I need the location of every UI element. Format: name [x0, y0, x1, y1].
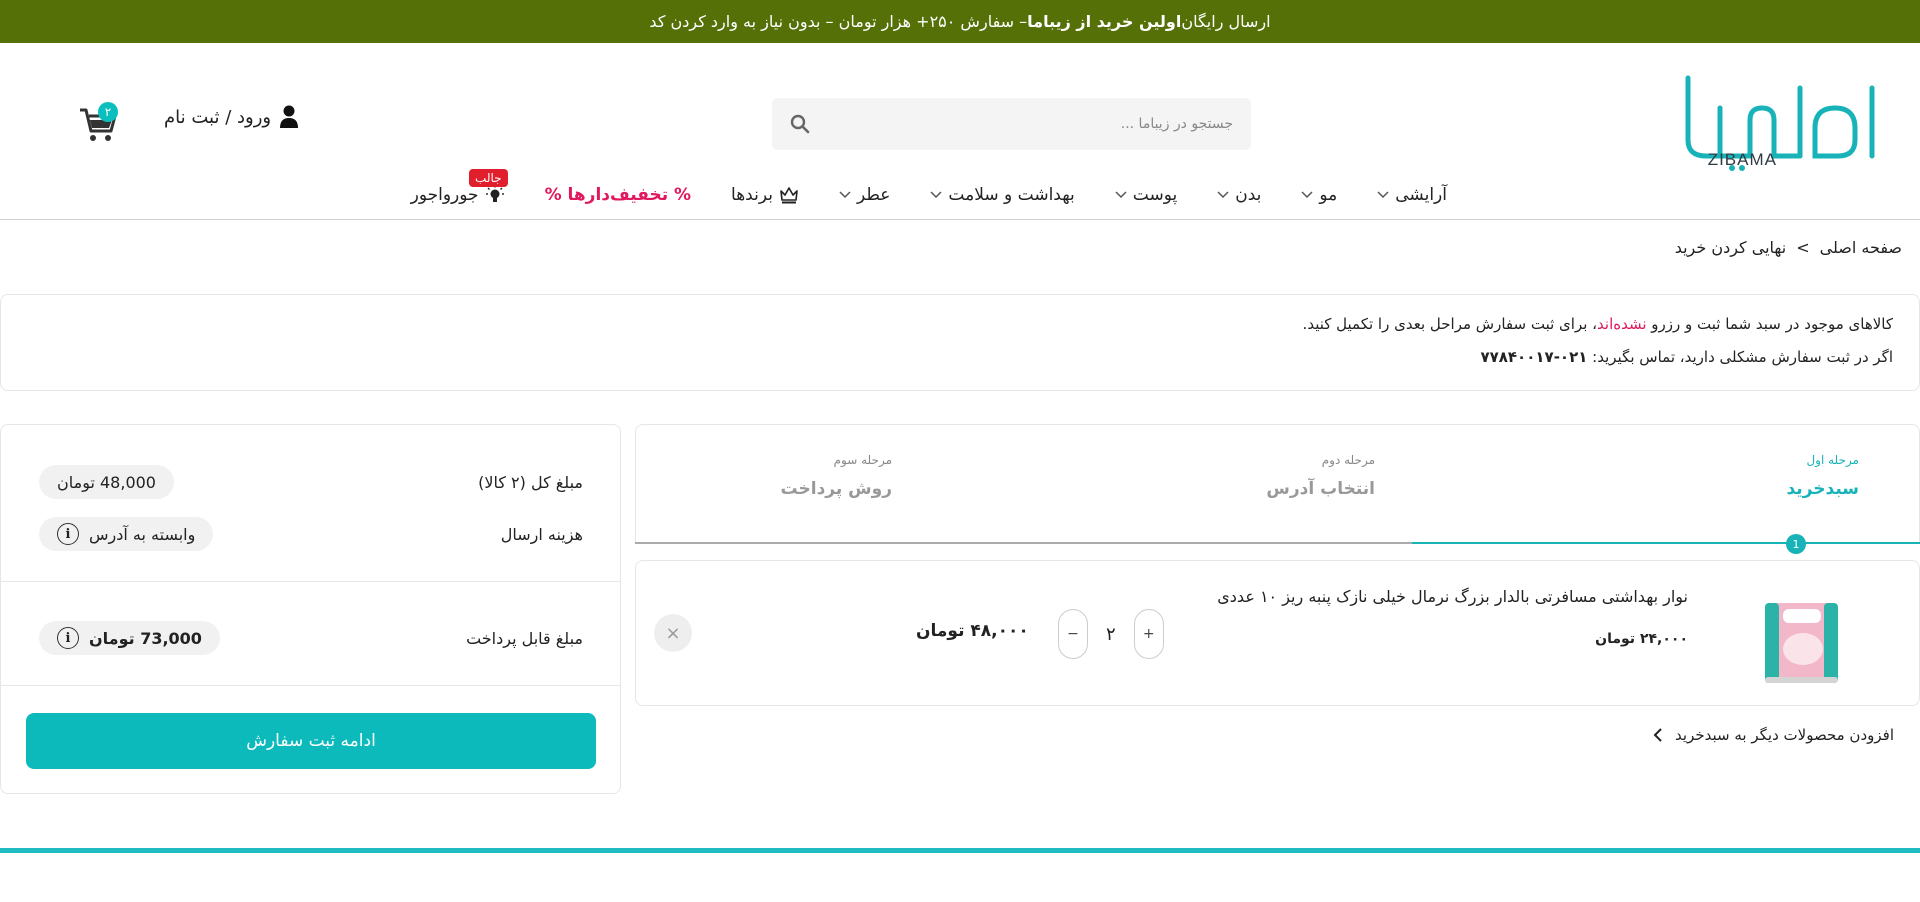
remove-item-button[interactable]: × — [654, 614, 692, 652]
summary-total-row: مبلغ کل (۲ کالا) 48,000 تومان — [39, 465, 583, 499]
info-icon[interactable]: i — [57, 627, 79, 649]
quantity-value: ۲ — [1106, 623, 1116, 645]
shipping-text: وابسته به آدرس — [89, 524, 196, 544]
nav-label: برندها — [731, 185, 773, 205]
search-icon[interactable] — [790, 114, 810, 134]
nav-item-brands[interactable]: برندها — [731, 185, 799, 205]
increase-quantity-button[interactable]: + — [1133, 609, 1164, 659]
user-icon — [280, 105, 299, 128]
continue-checkout-button[interactable]: ادامه ثبت سفارش — [26, 713, 596, 769]
logo-english: ZIBAMA — [1707, 150, 1777, 169]
nav-label: پوست — [1132, 185, 1178, 205]
product-unit-price: ۲۴,۰۰۰ تومان — [1595, 631, 1688, 647]
nav-item-cosmetics[interactable]: آرایشی — [1377, 185, 1447, 205]
chevron-down-icon — [839, 191, 851, 199]
chevron-down-icon — [1377, 191, 1389, 199]
summary-total-label: مبلغ کل (۲ کالا) — [478, 472, 583, 492]
quantity-stepper: + ۲ − — [1058, 609, 1164, 659]
step-title: انتخاب آدرس — [1266, 479, 1375, 499]
payable-text: 73,000 تومان — [89, 628, 202, 648]
nav-item-misc[interactable]: جورواجور جالب — [410, 169, 508, 205]
nav-item-health[interactable]: بهداشت و سلامت — [930, 185, 1075, 205]
notice-text: ، برای ثبت سفارش مراحل بعدی را تکمیل کنی… — [1302, 315, 1598, 333]
nav-label: عطر — [856, 185, 891, 205]
product-name[interactable]: نوار بهداشتی مسافرتی بالدار بزرگ نرمال خ… — [1217, 587, 1688, 606]
step-address[interactable]: مرحله دوم انتخاب آدرس — [1266, 453, 1375, 499]
step-number: مرحله دوم — [1321, 453, 1375, 467]
nav-item-discounts[interactable]: % تخفیف‌دارها % — [545, 185, 691, 205]
nav-item-skin[interactable]: پوست — [1115, 185, 1177, 205]
nav-label: بهداشت و سلامت — [948, 185, 1075, 205]
lightbulb-icon — [485, 185, 504, 202]
summary-shipping-row: هزینه ارسال وابسته به آدرس i — [39, 517, 583, 551]
add-more-label: افزودن محصولات دیگر به سبدخرید — [1675, 726, 1894, 744]
step-cart[interactable]: مرحله اول سبدخرید — [1786, 453, 1859, 499]
summary-payable-row: مبلغ قابل پرداخت 73,000 تومان i — [39, 621, 583, 655]
summary-shipping-value: وابسته به آدرس i — [39, 517, 214, 551]
promo-bar: ارسال رایگان اولین خرید از زیباما – سفار… — [0, 0, 1920, 43]
step-number: مرحله اول — [1806, 453, 1859, 467]
add-more-products-link[interactable]: افزودن محصولات دیگر به سبدخرید — [1653, 726, 1894, 744]
notice-text: اگر در ثبت سفارش مشکلی دارید، تماس بگیری… — [1587, 348, 1893, 366]
summary-payable-label: مبلغ قابل پرداخت — [466, 628, 583, 648]
chevron-down-icon — [1115, 191, 1127, 199]
login-label: ورود / ثبت نام — [164, 106, 272, 128]
nav-label: % تخفیف‌دارها % — [544, 185, 692, 205]
product-total-price: ۴۸,۰۰۰ تومان — [916, 621, 1029, 641]
breadcrumb-separator: > — [1796, 238, 1810, 257]
step-marker: 1 — [1786, 534, 1806, 554]
checkout-steps: مرحله اول سبدخرید مرحله دوم انتخاب آدرس … — [635, 424, 1920, 544]
notice-line-1: کالاهای موجود در سبد شما ثبت و رزرو نشده… — [27, 315, 1893, 333]
notice-line-2: اگر در ثبت سفارش مشکلی دارید، تماس بگیری… — [27, 348, 1893, 366]
step-title: روش پرداخت — [780, 479, 893, 499]
nav-label: آرایشی — [1395, 185, 1447, 205]
main-nav: آرایشی مو بدن پوست بهداشت و سلامت عطر بر… — [371, 169, 1447, 210]
step-progress-fill — [1412, 542, 1920, 544]
chevron-left-icon — [1653, 728, 1662, 742]
summary-divider — [1, 685, 620, 686]
summary-payable-value: 73,000 تومان i — [39, 621, 220, 655]
cart-count-badge: ۲ — [98, 102, 118, 122]
nav-label: مو — [1319, 185, 1338, 205]
reservation-notice: کالاهای موجود در سبد شما ثبت و رزرو نشده… — [0, 294, 1920, 391]
promo-text-suffix: – سفارش ۲۵۰+ هزار تومان – بدون نیاز به و… — [649, 12, 1028, 31]
notice-highlight: نشده‌اند — [1597, 315, 1647, 333]
notice-text: کالاهای موجود در سبد شما ثبت و رزرو — [1646, 315, 1893, 333]
close-icon: × — [665, 622, 681, 644]
chevron-down-icon — [1301, 191, 1313, 199]
summary-divider — [1, 581, 620, 582]
search-input[interactable] — [810, 116, 1233, 132]
breadcrumb: صفحه اصلی > نهایی کردن خرید — [1675, 238, 1902, 257]
chevron-down-icon — [1217, 191, 1229, 199]
cart-button[interactable]: ۲ — [74, 102, 118, 148]
decrease-quantity-button[interactable]: − — [1058, 609, 1088, 659]
nav-label: بدن — [1235, 185, 1262, 205]
chevron-down-icon — [930, 191, 942, 199]
info-icon[interactable]: i — [57, 523, 79, 545]
order-summary: مبلغ کل (۲ کالا) 48,000 تومان هزینه ارسا… — [0, 424, 621, 794]
step-title: سبدخرید — [1786, 479, 1859, 499]
summary-shipping-label: هزینه ارسال — [500, 524, 583, 544]
new-badge: جالب — [469, 169, 508, 187]
nav-item-hair[interactable]: مو — [1301, 185, 1337, 205]
step-number: مرحله سوم — [833, 453, 892, 467]
footer-accent-line — [0, 848, 1920, 853]
product-image[interactable] — [1759, 593, 1844, 693]
promo-text-bold: اولین خرید از زیباما — [1027, 12, 1182, 31]
breadcrumb-home[interactable]: صفحه اصلی — [1820, 238, 1902, 257]
summary-total-value: 48,000 تومان — [39, 465, 174, 499]
search-bar[interactable] — [772, 98, 1251, 150]
breadcrumb-current: نهایی کردن خرید — [1674, 238, 1787, 257]
cart-item: نوار بهداشتی مسافرتی بالدار بزرگ نرمال خ… — [635, 560, 1920, 706]
promo-text-prefix: ارسال رایگان — [1181, 12, 1271, 31]
support-phone[interactable]: ۰۲۱-۷۷۸۴۰۰۱۷ — [1480, 348, 1587, 366]
crown-icon — [780, 187, 798, 204]
login-link[interactable]: ورود / ثبت نام — [164, 105, 299, 129]
nav-label: جورواجور — [410, 185, 479, 205]
nav-item-body[interactable]: بدن — [1217, 185, 1261, 205]
nav-item-perfume[interactable]: عطر — [839, 185, 890, 205]
step-payment[interactable]: مرحله سوم روش پرداخت — [781, 453, 893, 499]
header-divider — [0, 219, 1920, 220]
